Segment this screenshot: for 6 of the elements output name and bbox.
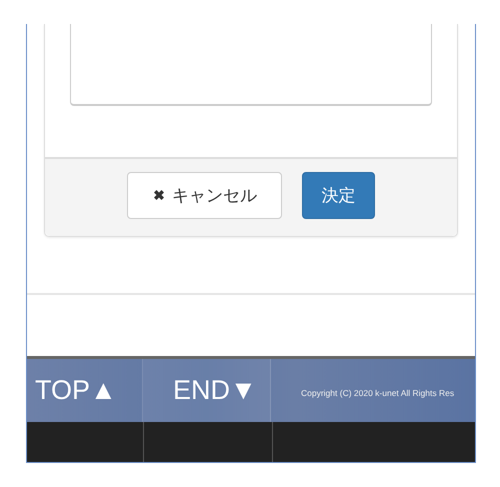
ok-button[interactable]: 決定 xyxy=(302,172,375,219)
copyright-text: Copyright (C) 2020 k-unet All Rights Res xyxy=(300,388,454,398)
close-icon xyxy=(152,188,166,202)
cancel-button[interactable]: キャンセル xyxy=(127,172,282,219)
text-area[interactable] xyxy=(70,24,432,106)
nav-link[interactable]: END▼ xyxy=(143,359,271,422)
